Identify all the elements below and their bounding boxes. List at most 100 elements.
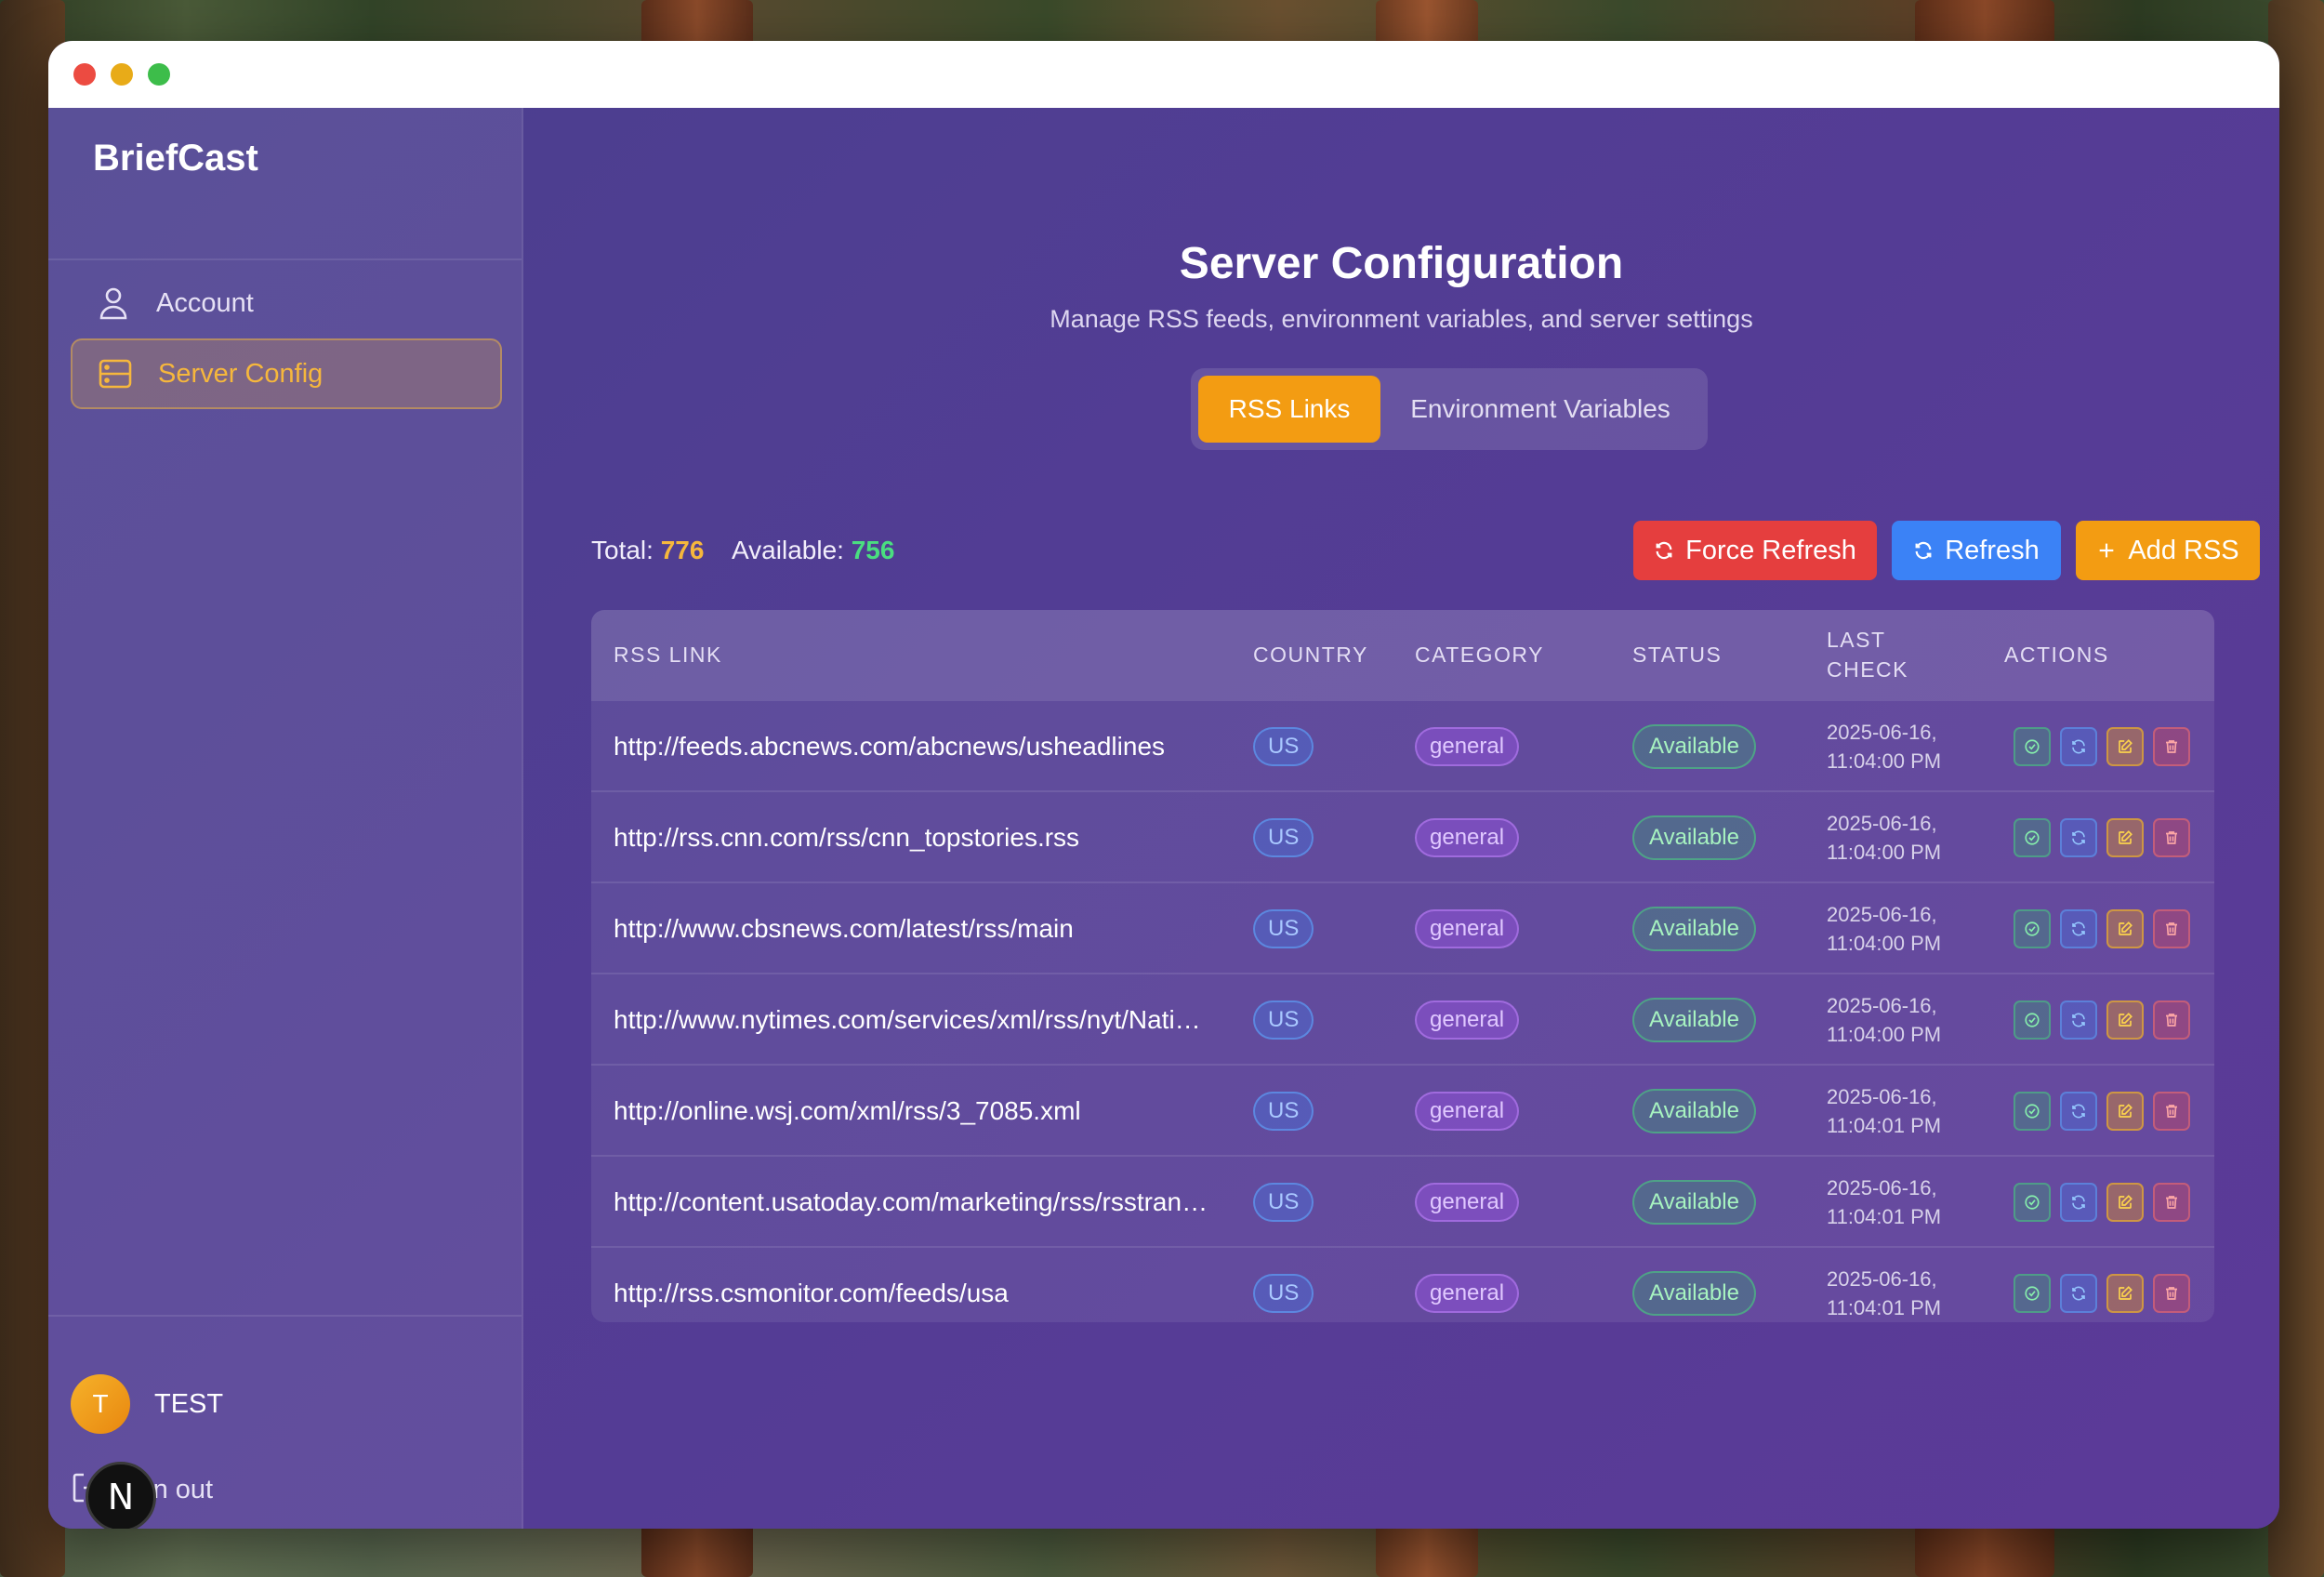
category-cell: general [1415,701,1520,792]
row-actions [2014,1157,2199,1248]
column-header-last-check-line2: CHECK [1827,657,1909,682]
check-feed-button[interactable] [2014,1001,2051,1040]
check-feed-button[interactable] [2014,818,2051,857]
add-rss-button[interactable]: Add RSS [2076,521,2260,580]
total-label: Total: [591,536,654,564]
edit-feed-button[interactable] [2106,727,2144,766]
user-profile[interactable]: T TEST [71,1374,223,1434]
refresh-icon [2070,1103,2087,1120]
status-badge: Available [1632,1271,1756,1316]
check-feed-button[interactable] [2014,1274,2051,1313]
edit-icon [2117,1285,2133,1302]
refresh-feed-button[interactable] [2060,818,2097,857]
trash-icon [2163,1103,2180,1120]
status-cell: Available [1632,883,1756,974]
edit-feed-button[interactable] [2106,1183,2144,1222]
edit-icon [2117,1194,2133,1211]
sidebar-item-server-config[interactable]: Server Config [71,338,502,409]
country-badge: US [1253,1274,1314,1313]
edit-feed-button[interactable] [2106,1092,2144,1131]
last-check-cell: 2025-06-16, 11:04:00 PM [1827,792,1985,883]
delete-feed-button[interactable] [2153,1183,2190,1222]
rss-link[interactable]: http://content.usatoday.com/marketing/rs… [614,1157,1227,1248]
tab-environment-variables[interactable]: Environment Variables [1380,376,1700,443]
country-badge: US [1253,727,1314,766]
dev-tools-badge[interactable]: N [86,1462,156,1529]
column-header-link: RSS LINK [614,643,722,667]
delete-feed-button[interactable] [2153,1001,2190,1040]
check-feed-button[interactable] [2014,727,2051,766]
check-feed-button[interactable] [2014,1092,2051,1131]
row-actions [2014,792,2199,883]
minimize-window-button[interactable] [111,63,133,86]
refresh-feed-button[interactable] [2060,1092,2097,1131]
check-icon [2024,1103,2040,1120]
sidebar-item-label: Server Config [158,358,324,389]
close-window-button[interactable] [73,63,96,86]
refresh-label: Refresh [1945,535,2040,565]
sidebar-item-account[interactable]: Account [71,268,502,338]
last-check-date: 2025-06-16, [1827,994,1937,1017]
trash-icon [2163,1194,2180,1211]
country-cell: US [1253,1066,1314,1157]
check-icon [2024,738,2040,755]
refresh-icon [2070,738,2087,755]
category-cell: general [1415,883,1520,974]
delete-feed-button[interactable] [2153,818,2190,857]
refresh-feed-button[interactable] [2060,1001,2097,1040]
country-cell: US [1253,883,1314,974]
edit-feed-button[interactable] [2106,1001,2144,1040]
refresh-feed-button[interactable] [2060,727,2097,766]
edit-feed-button[interactable] [2106,909,2144,948]
rss-link[interactable]: http://www.cbsnews.com/latest/rss/main [614,883,1227,974]
country-cell: US [1253,1157,1314,1248]
country-badge: US [1253,909,1314,948]
maximize-window-button[interactable] [148,63,170,86]
edit-feed-button[interactable] [2106,1274,2144,1313]
delete-feed-button[interactable] [2153,1092,2190,1131]
check-feed-button[interactable] [2014,909,2051,948]
last-check-cell: 2025-06-16, 11:04:00 PM [1827,974,1985,1066]
check-feed-button[interactable] [2014,1183,2051,1222]
delete-feed-button[interactable] [2153,1274,2190,1313]
rss-link[interactable]: http://feeds.abcnews.com/abcnews/usheadl… [614,701,1227,792]
trash-icon [2163,921,2180,937]
tab-bar: RSS Links Environment Variables [1191,368,1708,450]
tab-rss-links[interactable]: RSS Links [1198,376,1380,443]
rss-link[interactable]: http://online.wsj.com/xml/rss/3_7085.xml [614,1066,1227,1157]
check-icon [2024,829,2040,846]
trash-icon [2163,829,2180,846]
refresh-button[interactable]: Refresh [1892,521,2061,580]
refresh-icon [2070,1285,2087,1302]
refresh-feed-button[interactable] [2060,1274,2097,1313]
last-check-date: 2025-06-16, [1827,721,1937,744]
status-cell: Available [1632,792,1756,883]
delete-feed-button[interactable] [2153,727,2190,766]
status-cell: Available [1632,1157,1756,1248]
rss-link[interactable]: http://www.nytimes.com/services/xml/rss/… [614,974,1227,1066]
rss-link[interactable]: http://rss.cnn.com/rss/cnn_topstories.rs… [614,792,1227,883]
status-cell: Available [1632,1066,1756,1157]
refresh-feed-button[interactable] [2060,909,2097,948]
last-check-time: 11:04:01 PM [1827,1205,1942,1228]
refresh-icon [2070,1194,2087,1211]
edit-icon [2117,1103,2133,1120]
check-icon [2024,921,2040,937]
delete-feed-button[interactable] [2153,909,2190,948]
edit-icon [2117,921,2133,937]
force-refresh-button[interactable]: Force Refresh [1633,521,1877,580]
edit-feed-button[interactable] [2106,818,2144,857]
sidebar-item-label: Account [156,287,254,318]
country-badge: US [1253,1183,1314,1222]
table-header: RSS LINK COUNTRY CATEGORY STATUS LAST CH… [591,610,2214,699]
server-icon [97,355,134,392]
page-title: Server Configuration [1179,239,1624,288]
brand-name: BriefCast [93,138,258,179]
category-badge: general [1415,1092,1520,1131]
table-row: http://www.nytimes.com/services/xml/rss/… [591,973,2214,1064]
category-cell: general [1415,974,1520,1066]
edit-icon [2117,829,2133,846]
table-row: http://rss.csmonitor.com/feeds/usa US gene… [591,1246,2214,1322]
rss-link[interactable]: http://rss.csmonitor.com/feeds/usa [614,1248,1227,1322]
refresh-feed-button[interactable] [2060,1183,2097,1222]
